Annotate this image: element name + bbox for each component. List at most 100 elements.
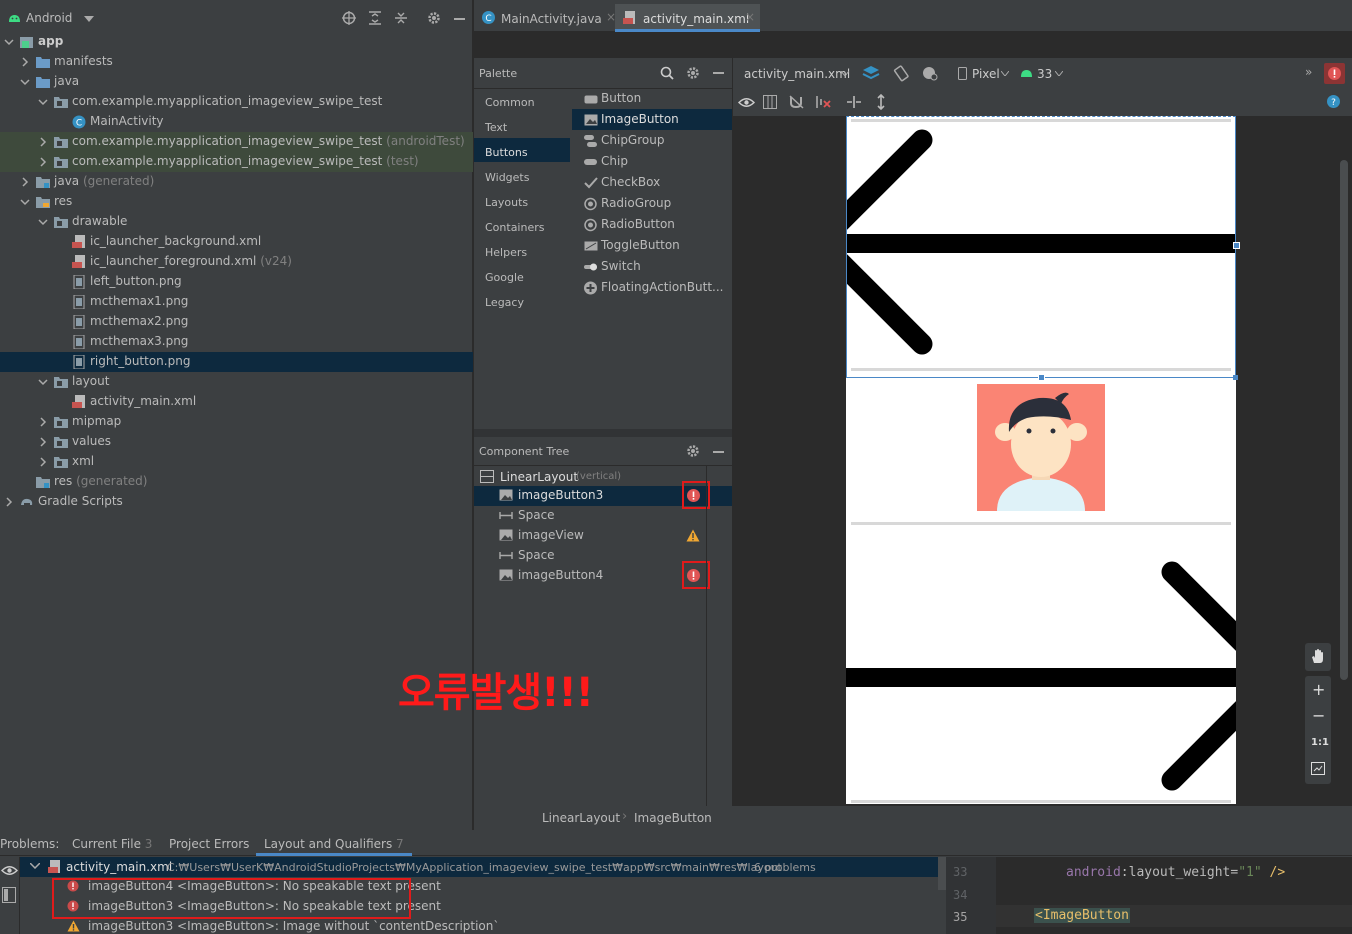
zoom-in-button[interactable]: + [1312, 680, 1325, 699]
pan-button[interactable] [1305, 643, 1331, 671]
tab-activity-main[interactable]: activity_main.xml × [615, 4, 760, 32]
problem-file-row[interactable]: activity_main.xml C:₩Users₩UserK₩Android… [20, 857, 938, 877]
collapse-all-icon[interactable] [394, 11, 408, 25]
tree-item[interactable]: left_button.png [0, 272, 473, 292]
tree-item[interactable]: ic_launcher_background.xml [0, 232, 473, 252]
zoom-out-button[interactable]: − [1312, 706, 1325, 725]
chevron-right-icon[interactable] [4, 497, 14, 507]
tree-item[interactable]: values [0, 432, 473, 452]
error-indicator-button[interactable] [1324, 63, 1345, 84]
tree-item[interactable]: mcthemax1.png [0, 292, 473, 312]
theme-icon[interactable] [921, 65, 939, 82]
palette-item[interactable]: ToggleButton [584, 236, 732, 256]
chevron-down-icon[interactable] [38, 377, 48, 387]
tree-item[interactable]: com.example.myapplication_imageview_swip… [0, 152, 473, 172]
chevron-right-icon[interactable] [20, 57, 30, 67]
tree-item[interactable]: drawable [0, 212, 473, 232]
chevron-down-icon[interactable] [84, 16, 94, 22]
palette-item[interactable]: FloatingActionButt... [584, 278, 732, 298]
tree-item[interactable]: com.example.myapplication_imageview_swip… [0, 132, 473, 152]
tree-item[interactable]: java (generated) [0, 172, 473, 192]
zoom-fit-icon[interactable] [1311, 762, 1325, 775]
chevron-down-icon[interactable] [20, 77, 30, 87]
chevron-down-icon[interactable] [20, 197, 30, 207]
tree-item[interactable]: res (generated) [0, 472, 473, 492]
pack-horizontal-icon[interactable] [847, 96, 861, 108]
api-selector[interactable]: 33 [1037, 67, 1052, 81]
breadcrumb-item[interactable]: LinearLayout [542, 811, 620, 825]
columns-icon[interactable] [763, 95, 777, 109]
image-button-3[interactable] [846, 116, 1240, 381]
zoom-actual-button[interactable]: 1:1 [1311, 737, 1329, 748]
magnet-off-icon[interactable] [789, 95, 804, 109]
tree-item[interactable]: xml [0, 452, 473, 472]
code-editor[interactable]: 33 34 35 android:layout_weight="1" /> <I… [946, 857, 1352, 934]
clear-constraints-icon[interactable] [815, 95, 831, 109]
tree-item[interactable]: java [0, 72, 473, 92]
problem-item[interactable]: imageButton3 <ImageButton>: Image withou… [20, 917, 938, 934]
palette-item[interactable]: ImageButton [584, 110, 732, 130]
orientation-icon[interactable] [892, 65, 910, 82]
tree-item[interactable]: mcthemax3.png [0, 332, 473, 352]
error-icon[interactable] [687, 489, 700, 502]
image-button-4[interactable] [846, 518, 1236, 804]
chevron-right-icon[interactable] [20, 177, 30, 187]
tab-current-file[interactable]: Current File 3 [72, 837, 152, 851]
tree-item[interactable]: res [0, 192, 473, 212]
chevron-down-icon[interactable] [1055, 71, 1063, 76]
tree-node[interactable]: Space [474, 506, 732, 526]
tree-node[interactable]: imageButton3 [474, 481, 732, 509]
pack-vertical-icon[interactable] [876, 94, 886, 110]
tree-item[interactable]: mcthemax2.png [0, 312, 473, 332]
device-icon[interactable] [958, 67, 967, 80]
tab-layout-qualifiers[interactable]: Layout and Qualifiers 7 [256, 837, 412, 856]
device-selector[interactable]: Pixel [972, 67, 1000, 81]
tree-item[interactable]: right_button.png [0, 352, 473, 372]
chevron-down-icon[interactable] [38, 217, 48, 227]
chevron-down-icon[interactable] [4, 37, 14, 47]
error-icon[interactable] [687, 569, 700, 582]
tree-item[interactable]: layout [0, 372, 473, 392]
vertical-scrollbar[interactable] [1340, 160, 1348, 680]
tree-item[interactable]: mipmap [0, 412, 473, 432]
chevron-right-icon[interactable] [38, 457, 48, 467]
minimize-icon[interactable] [454, 18, 465, 20]
chevron-right-icon[interactable] [38, 137, 48, 147]
chevron-right-icon[interactable] [38, 437, 48, 447]
tree-item[interactable]: app [0, 32, 473, 52]
palette-item[interactable]: RadioButton [584, 215, 732, 235]
chevron-down-icon[interactable] [38, 97, 48, 107]
design-file-selector[interactable]: activity_main.xml [744, 67, 850, 81]
close-icon[interactable]: × [745, 10, 755, 24]
breadcrumb-item[interactable]: ImageButton [634, 811, 712, 825]
gear-icon[interactable] [427, 11, 441, 25]
tab-project-errors[interactable]: Project Errors [169, 837, 249, 851]
tree-item[interactable]: Gradle Scripts [0, 492, 473, 512]
tree-item[interactable]: C MainActivity [0, 112, 473, 132]
chevron-down-icon[interactable] [1001, 71, 1009, 76]
tree-item[interactable]: ic_launcher_foreground.xml (v24) [0, 252, 473, 272]
layers-icon[interactable] [862, 65, 880, 81]
view-selector[interactable]: Android [26, 11, 72, 25]
palette-item[interactable]: Chip [584, 152, 732, 172]
problems-scrollbar[interactable] [938, 857, 946, 890]
tree-item[interactable]: activity_main.xml [0, 392, 473, 412]
tree-node[interactable]: imageButton4 [474, 561, 732, 589]
avatar-image-view[interactable] [977, 384, 1105, 511]
tree-item[interactable]: manifests [0, 52, 473, 72]
chevron-right-icon[interactable] [38, 157, 48, 167]
tree-item[interactable]: com.example.myapplication_imageview_swip… [0, 92, 473, 112]
warning-icon[interactable] [686, 529, 700, 542]
palette-item[interactable]: RadioGroup [584, 194, 732, 214]
palette-item[interactable]: Switch [584, 257, 732, 277]
palette-item[interactable]: ChipGroup [584, 131, 732, 151]
locate-icon[interactable] [342, 11, 356, 25]
eye-icon[interactable] [1, 865, 18, 876]
resize-handle[interactable] [1233, 375, 1238, 380]
overflow-icon[interactable]: » [1305, 65, 1312, 79]
tree-node[interactable]: imageView [474, 526, 732, 546]
resize-handle[interactable] [1233, 242, 1240, 249]
expand-all-icon[interactable] [368, 11, 382, 25]
palette-item[interactable]: Button [584, 89, 732, 109]
chevron-right-icon[interactable] [38, 417, 48, 427]
